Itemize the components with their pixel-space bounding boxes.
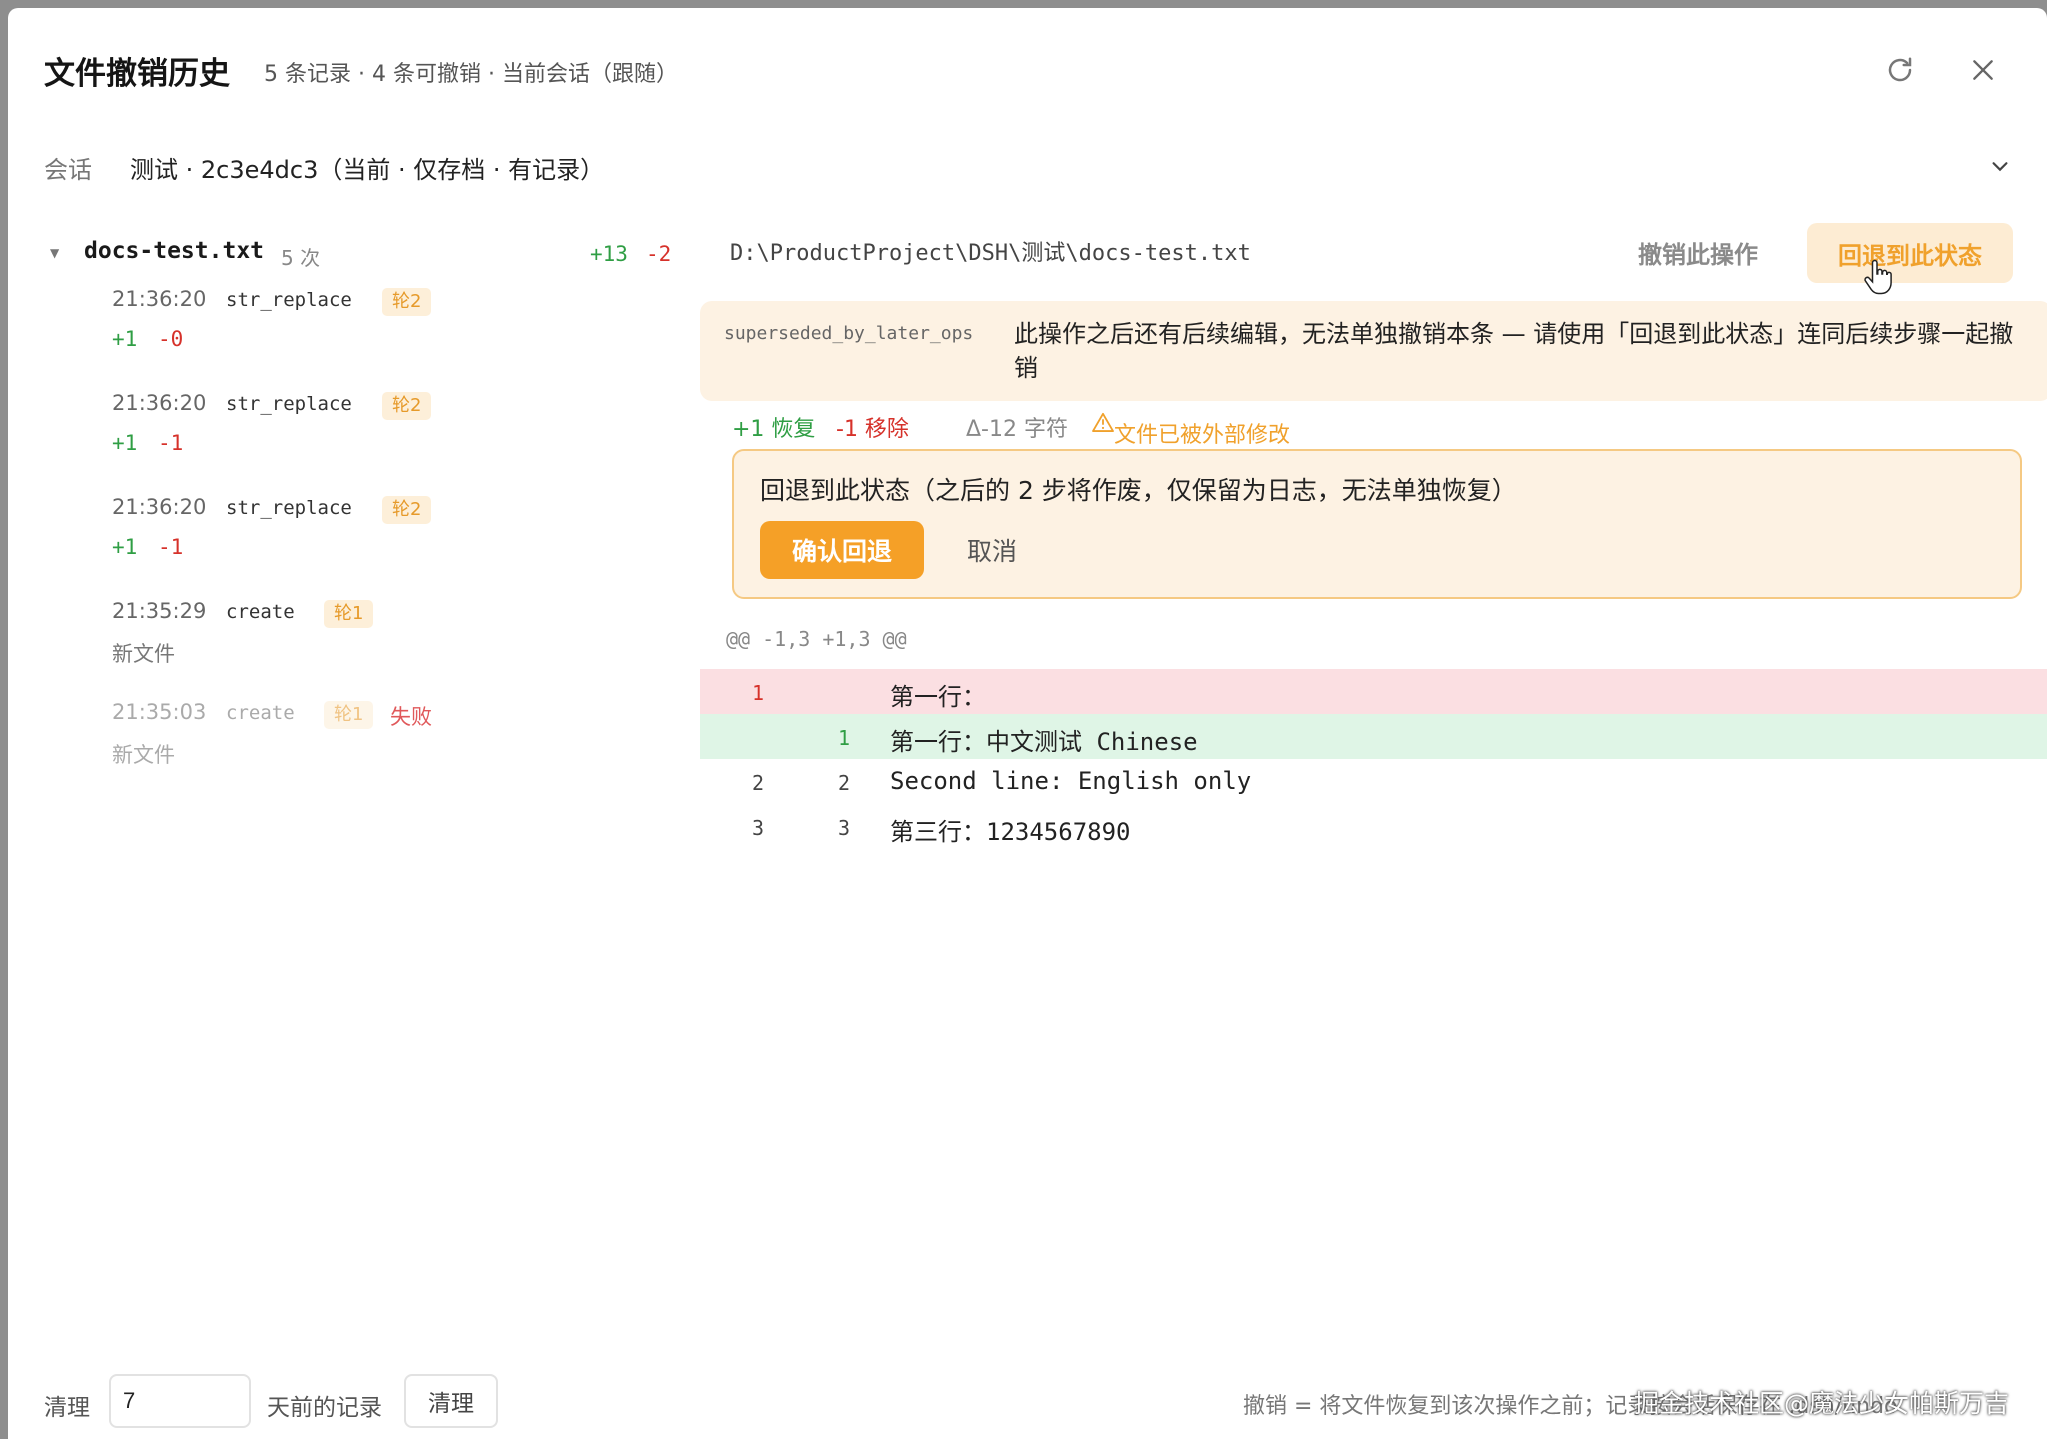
new-line-number: 1 <box>838 726 851 750</box>
op-time: 21:35:29 <box>112 599 207 623</box>
dialog-header: 文件撤销历史 5 条记录 · 4 条可撤销 · 当前会话（跟随） <box>8 8 2047 118</box>
operation-item[interactable]: 21:36:20 str_replace 轮2 +1 -1 <box>112 495 672 587</box>
round-badge: 轮2 <box>382 392 432 420</box>
operation-item[interactable]: 21:36:20 str_replace 轮2 +1 -0 <box>112 287 672 379</box>
op-kind: str_replace <box>226 289 352 311</box>
restore-count: +1 恢复 <box>732 417 816 442</box>
undo-history-dialog: 文件撤销历史 5 条记录 · 4 条可撤销 · 当前会话（跟随） 会话 测试 ·… <box>8 8 2047 1439</box>
op-kind: str_replace <box>226 393 352 415</box>
operation-item[interactable]: 21:35:03 create 轮1 失败 新文件 <box>112 700 672 792</box>
diff-code: 第一行：中文测试 Chinese <box>890 728 1198 756</box>
refresh-icon[interactable] <box>1878 48 1922 92</box>
operation-item[interactable]: 21:35:29 create 轮1 新文件 <box>112 599 672 691</box>
diff-code: 第一行： <box>890 683 986 711</box>
file-name: docs-test.txt <box>84 238 265 264</box>
op-added: +1 <box>112 431 138 455</box>
revert-to-state-button[interactable]: 回退到此状态 <box>1807 223 2013 283</box>
old-line-number: 2 <box>752 771 765 795</box>
old-line-number: 1 <box>752 681 765 705</box>
op-time: 21:36:20 <box>112 391 207 415</box>
op-added: +1 <box>112 535 138 559</box>
op-removed: -1 <box>158 431 184 455</box>
undo-operation-button[interactable]: 撤销此操作 <box>1618 225 1778 279</box>
diff-line-removed: 1 第一行： <box>700 669 2047 714</box>
revert-confirm-panel: 回退到此状态（之后的 2 步将作废，仅保留为日志，无法单独恢复） 确认回退 取消 <box>732 449 2022 599</box>
modified-text: 文件已被外部修改 <box>1114 423 1291 448</box>
new-line-number: 2 <box>838 771 851 795</box>
round-badge: 轮1 <box>324 701 374 729</box>
diff-line-context: 2 2 Second line: English only <box>700 759 2047 804</box>
op-added: +1 <box>112 327 138 351</box>
file-group-row[interactable]: ▼ docs-test.txt 5 次 +13 -2 <box>38 233 678 273</box>
warning-text: 此操作之后还有后续编辑，无法单独撤销本条 — 请使用「回退到此状态」连同后续步骤… <box>1014 320 2014 382</box>
diff-hunk-header: @@ -1,3 +1,3 @@ <box>726 627 907 651</box>
file-path: D:\ProductProject\DSH\测试\docs-test.txt <box>730 241 1251 266</box>
diff-view: 1 第一行： 1 第一行：中文测试 Chinese 2 2 Second lin… <box>700 669 2047 849</box>
hand-cursor-icon <box>1862 259 1892 299</box>
watermark: 掘金技术社区@魔法少女帕斯万吉 <box>1634 1389 2010 1418</box>
op-kind: create <box>226 601 295 623</box>
dialog-footer: 清理 天前的记录 清理 撤销 = 将文件恢复到该次操作之前；记录按会话保存在 .… <box>8 1368 2047 1438</box>
session-label: 会话 <box>44 156 92 184</box>
cancel-button[interactable]: 取消 <box>944 521 1040 579</box>
external-modified-warning: 文件已被外部修改 <box>1092 411 1290 448</box>
failed-badge: 失败 <box>390 705 432 729</box>
close-icon[interactable] <box>1961 48 2005 92</box>
change-stats: +1 恢复 -1 移除 Δ-12 字符 文件已被外部修改 <box>732 405 2032 448</box>
op-removed: -0 <box>158 327 184 351</box>
remove-count: -1 移除 <box>836 417 909 442</box>
warning-triangle-icon <box>1092 412 1114 432</box>
op-time: 21:35:03 <box>112 700 207 724</box>
round-badge: 轮2 <box>382 496 432 524</box>
op-kind: create <box>226 702 295 724</box>
confirm-text: 回退到此状态（之后的 2 步将作废，仅保留为日志，无法单独恢复） <box>760 476 1517 505</box>
caret-down-icon[interactable]: ▼ <box>50 246 59 260</box>
diff-line-context: 3 3 第三行：1234567890 <box>700 804 2047 849</box>
confirm-revert-button[interactable]: 确认回退 <box>760 521 924 579</box>
op-time: 21:36:20 <box>112 287 207 311</box>
chevron-down-icon[interactable] <box>1980 146 2020 186</box>
round-badge: 轮1 <box>324 600 374 628</box>
warning-banner: superseded_by_later_ops 此操作之后还有后续编辑，无法单独… <box>700 301 2047 401</box>
session-selector[interactable]: 会话 测试 · 2c3e4dc3（当前 · 仅存档 · 有记录） <box>8 138 2047 190</box>
dialog-title: 文件撤销历史 <box>44 56 230 92</box>
session-value[interactable]: 测试 · 2c3e4dc3（当前 · 仅存档 · 有记录） <box>130 150 604 185</box>
diff-line-added: 1 第一行：中文测试 Chinese <box>700 714 2047 759</box>
dialog-subtitle: 5 条记录 · 4 条可撤销 · 当前会话（跟随） <box>264 62 678 87</box>
cleanup-days-suffix: 天前的记录 <box>267 1395 382 1421</box>
file-added-count: +13 <box>590 242 628 266</box>
warning-code: superseded_by_later_ops <box>724 323 974 344</box>
old-line-number: 3 <box>752 816 765 840</box>
op-kind: str_replace <box>226 497 352 519</box>
new-line-number: 3 <box>838 816 851 840</box>
operation-item[interactable]: 21:36:20 str_replace 轮2 +1 -1 <box>112 391 672 483</box>
file-op-count: 5 次 <box>281 246 321 270</box>
cleanup-label: 清理 <box>44 1395 90 1421</box>
op-removed: -1 <box>158 535 184 559</box>
diff-code: 第三行：1234567890 <box>890 818 1131 846</box>
char-delta: Δ-12 字符 <box>966 417 1068 442</box>
cleanup-button[interactable]: 清理 <box>404 1374 498 1428</box>
op-note: 新文件 <box>112 743 175 767</box>
file-removed-count: -2 <box>646 242 672 266</box>
diff-code: Second line: English only <box>890 767 1252 795</box>
op-note: 新文件 <box>112 642 175 666</box>
cleanup-days-input[interactable] <box>109 1374 251 1428</box>
op-time: 21:36:20 <box>112 495 207 519</box>
round-badge: 轮2 <box>382 288 432 316</box>
